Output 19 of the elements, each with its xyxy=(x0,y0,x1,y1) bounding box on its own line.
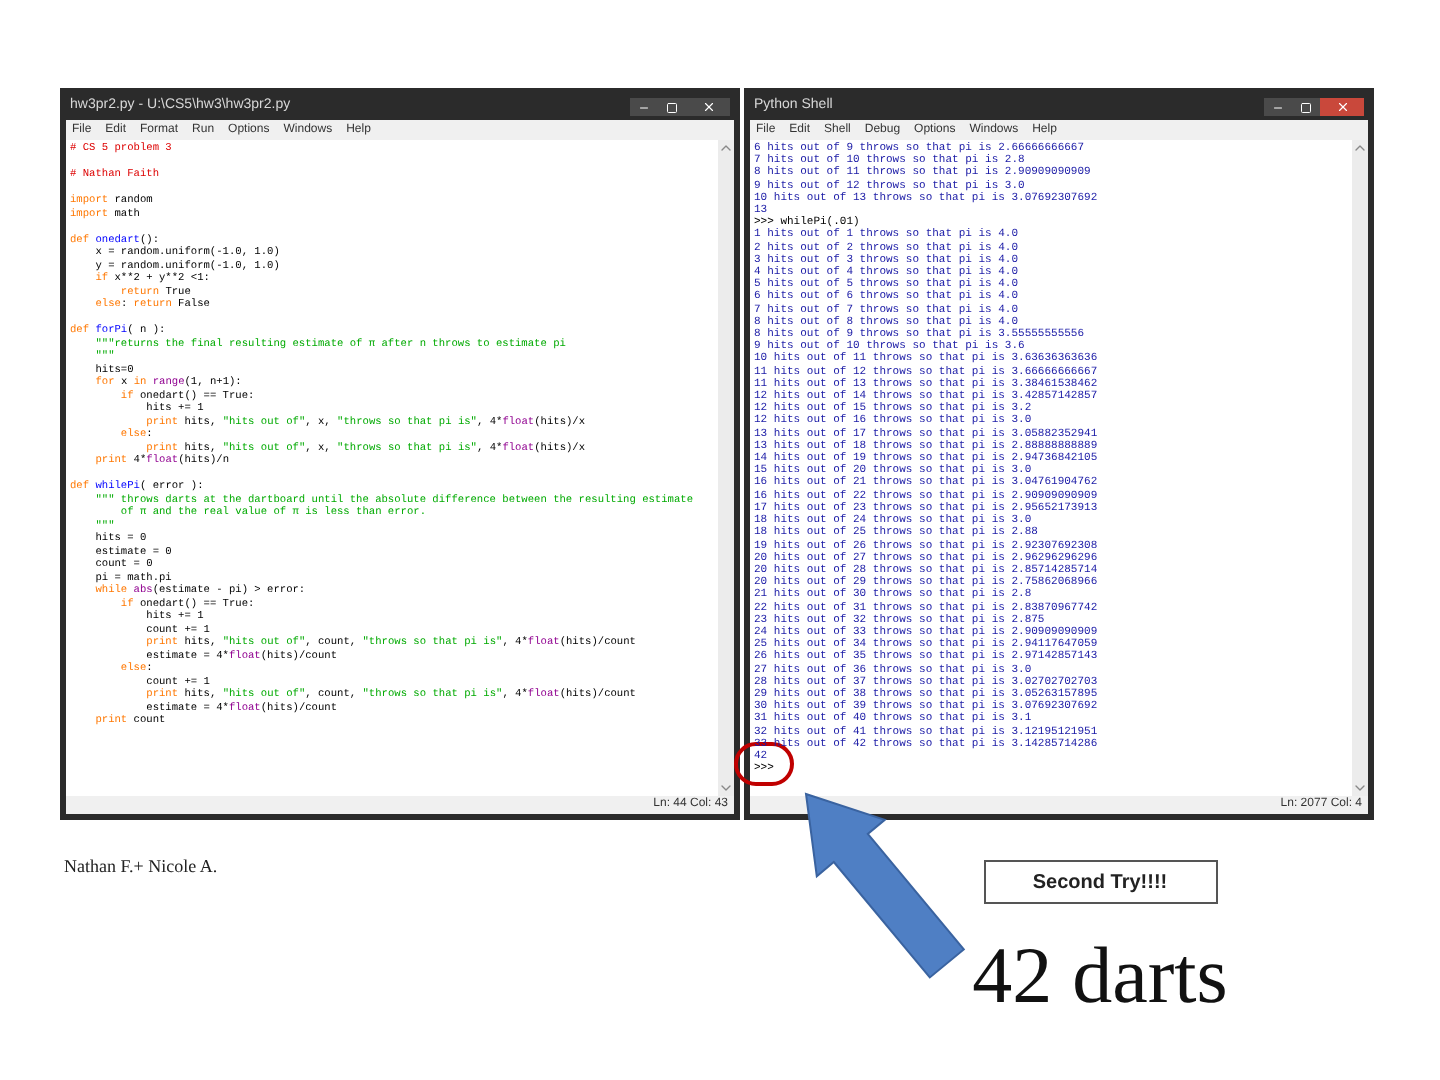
maximize-icon xyxy=(666,101,678,113)
minimize-button[interactable] xyxy=(1264,98,1292,116)
maximize-icon xyxy=(1300,101,1312,113)
minimize-icon xyxy=(638,101,650,113)
close-icon xyxy=(701,100,715,114)
close-button[interactable] xyxy=(686,98,730,116)
scrollbar[interactable] xyxy=(1352,140,1368,796)
callout-label: Second Try!!!! xyxy=(983,860,1217,904)
maximize-button[interactable] xyxy=(1292,98,1320,116)
minimize-button[interactable] xyxy=(630,98,658,116)
close-icon xyxy=(1335,100,1349,114)
scroll-up-icon xyxy=(718,140,734,156)
result-text: 42 darts xyxy=(972,932,1228,1020)
minimize-icon xyxy=(1272,101,1284,113)
scroll-down-icon xyxy=(718,780,734,796)
author-caption: Nathan F.+ Nicole A. xyxy=(64,856,218,876)
scroll-up-icon xyxy=(1352,140,1368,156)
scroll-down-icon xyxy=(1352,780,1368,796)
scrollbar[interactable] xyxy=(718,140,734,796)
